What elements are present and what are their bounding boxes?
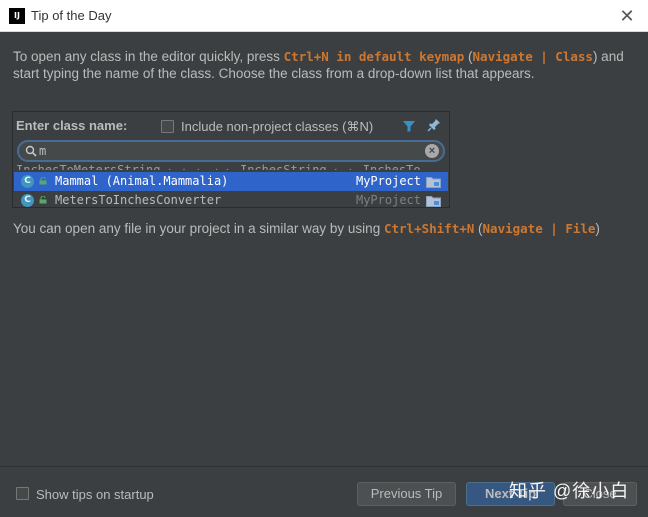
pin-icon[interactable] [427, 118, 441, 132]
dialog-footer: Show tips on startup Previous Tip Next T… [0, 466, 648, 517]
shortcut-text: Ctrl+N in default keymap [283, 49, 465, 64]
result-item[interactable]: C Mammal (Animal.Mammalia) MyProject [14, 172, 448, 191]
menu-path-text: Navigate | Class [472, 49, 593, 64]
tip-text: To open any class in the editor quickly,… [13, 49, 284, 64]
result-project: MyProject [355, 174, 421, 188]
result-name: MetersToInchesConverter [55, 193, 222, 207]
intellij-logo-icon: IJ [9, 8, 25, 24]
public-access-icon [39, 196, 47, 204]
include-non-project-checkbox[interactable] [161, 120, 174, 133]
result-project: MyProject [355, 193, 421, 207]
title-bar: IJ Tip of the Day ✕ [0, 0, 648, 32]
clear-search-icon[interactable]: × [425, 144, 439, 158]
class-name-search-input[interactable]: m × [17, 140, 445, 162]
tip-text: ) [595, 221, 600, 236]
close-window-button[interactable]: ✕ [616, 5, 638, 27]
tip-text: ( [474, 221, 483, 236]
popup-header: Enter class name: [16, 118, 128, 133]
goto-class-popup: Enter class name: Include non-project cl… [12, 111, 450, 208]
result-item[interactable]: C MetersToInchesConverter MyProject [14, 191, 448, 210]
menu-path-text: Navigate | File [482, 221, 596, 236]
module-folder-icon [426, 177, 441, 188]
watermark-text: 知乎 @徐小白 [509, 481, 630, 501]
previous-tip-button[interactable]: Previous Tip [357, 482, 456, 506]
search-icon [25, 145, 37, 157]
partially-hidden-result-row: InchesToMetersString ← ← ← → ← InchesStr… [16, 164, 446, 170]
show-tips-checkbox[interactable] [16, 487, 29, 500]
tip-content: To open any class in the editor quickly,… [0, 32, 648, 466]
class-icon: C [21, 194, 34, 207]
shortcut-text: Ctrl+Shift+N [383, 221, 475, 236]
show-tips-label: Show tips on startup [36, 487, 154, 502]
include-non-project-label: Include non-project classes (⌘N) [181, 119, 374, 134]
tip-text: ( [464, 49, 473, 64]
window-title: Tip of the Day [31, 8, 112, 23]
tip-paragraph-1: To open any class in the editor quickly,… [13, 48, 628, 82]
public-access-icon [39, 177, 47, 185]
result-name: Mammal (Animal.Mammalia) [55, 174, 229, 188]
class-icon: C [21, 175, 34, 188]
search-value: m [39, 144, 47, 158]
filter-icon[interactable] [402, 119, 416, 133]
module-folder-icon [426, 196, 441, 207]
tip-text: You can open any file in your project in… [13, 221, 384, 236]
tip-paragraph-2: You can open any file in your project in… [13, 220, 628, 237]
